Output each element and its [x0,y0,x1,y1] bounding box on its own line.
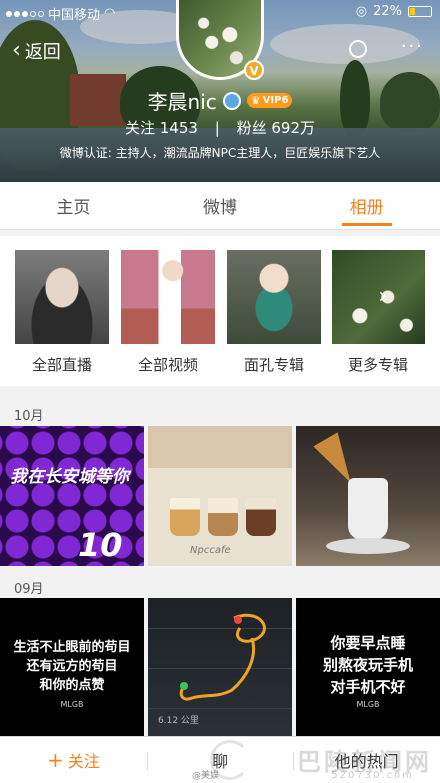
battery-icon [408,6,432,17]
fans-count: 692万 [271,119,316,137]
photo-caption: Npccafe [190,545,231,556]
month-header-sep: 09月 [14,582,44,597]
album-cover-video[interactable] [121,250,215,344]
photo-signature: MLGB [60,700,84,709]
more-icon[interactable]: ··· [401,38,424,58]
album-label-live[interactable]: 全部直播 [7,354,117,375]
verified-badge-icon: V [244,60,264,80]
fans-stat[interactable]: 粉丝 692万 [237,119,315,137]
photo-thumbnail[interactable]: 你要早点睡 别熬夜玩手机 对手机不好 MLGB [296,598,440,738]
photo-thumbnail[interactable]: Npccafe [148,426,292,566]
album-label-faces[interactable]: 面孔专辑 [219,354,329,375]
vip-badge[interactable]: ♛ VIP6 [246,93,293,108]
quote-line: 对手机不好 [330,678,406,696]
photo-quote: 你要早点睡 别熬夜玩手机 对手机不好 [296,632,440,698]
quote-line: 你要早点睡 [330,634,406,652]
following-count: 1453 [159,119,198,137]
photo-thumbnail[interactable] [296,426,440,566]
profile-stats: 关注 1453 | 粉丝 692万 [0,117,440,138]
photo-caption: 6.12 公里 [158,716,199,726]
search-icon[interactable] [348,40,367,58]
album-cover-faces[interactable] [227,250,321,344]
photo-thumbnail[interactable]: 我在长安城等你 10 [0,426,144,566]
crown-icon: ♛ [250,94,261,107]
photo-thumbnail[interactable]: 生活不止眼前的苟目 还有远方的苟目 和你的点赞 MLGB [0,598,144,738]
tab-album[interactable]: 相册 [336,183,398,228]
month-header-oct: 10月 [14,409,44,424]
profile-tabs: 主页 微博 相册 [0,182,440,230]
verification-text: 微博认证: 主持人，潮流品牌NPC主理人，巨匠娱乐旗下艺人 [59,146,381,160]
photo-thumbnail[interactable]: 6.12 公里 [148,598,292,738]
quote-line: 和你的点赞 [39,678,105,693]
album-label-more[interactable]: 更多专辑 [323,354,433,375]
photo-number: 10 [78,526,123,564]
watermark-url: 520730.com [331,770,414,781]
album-strip: › 全部直播 全部视频 面孔专辑 更多专辑 [0,236,440,386]
back-label: 返回 [24,42,61,63]
tab-weibo[interactable]: 微博 [189,183,251,228]
album-cover-more[interactable]: › [332,250,425,344]
album-label-video[interactable]: 全部视频 [113,354,223,375]
follow-button[interactable]: + 关注 [0,748,147,772]
chevron-left-icon: ‹ [12,38,21,63]
chevron-right-icon: › [378,284,387,309]
follow-label: 关注 [67,752,100,771]
plus-icon: + [46,748,64,772]
stats-separator: | [214,119,220,137]
profile-name-row: 李晨nic ♛ VIP6 [0,86,440,115]
battery-percent: 22% [373,4,402,19]
orientation-lock-icon: ◎ [355,4,368,19]
vip-label: VIP6 [262,95,289,106]
back-button[interactable]: ‹ 返回 [12,38,61,64]
profile-name: 李晨nic [147,90,217,114]
following-stat[interactable]: 关注 1453 [125,119,203,137]
fans-label: 粉丝 [236,119,267,137]
album-cover-live[interactable] [15,250,109,344]
tab-home[interactable]: 主页 [42,183,104,228]
photo-caption: 我在长安城等你 [10,467,129,487]
gender-icon [222,91,241,110]
following-label: 关注 [124,119,155,137]
photo-quote: 生活不止眼前的苟目 还有远方的苟目 和你的点赞 [0,638,144,695]
quote-line: 别熬夜玩手机 [322,656,413,674]
quote-line: 还有远方的苟目 [26,659,118,674]
quote-line: 生活不止眼前的苟目 [13,640,131,655]
photo-signature: MLGB [356,700,380,709]
watermark-small: @美娱 [192,771,220,781]
